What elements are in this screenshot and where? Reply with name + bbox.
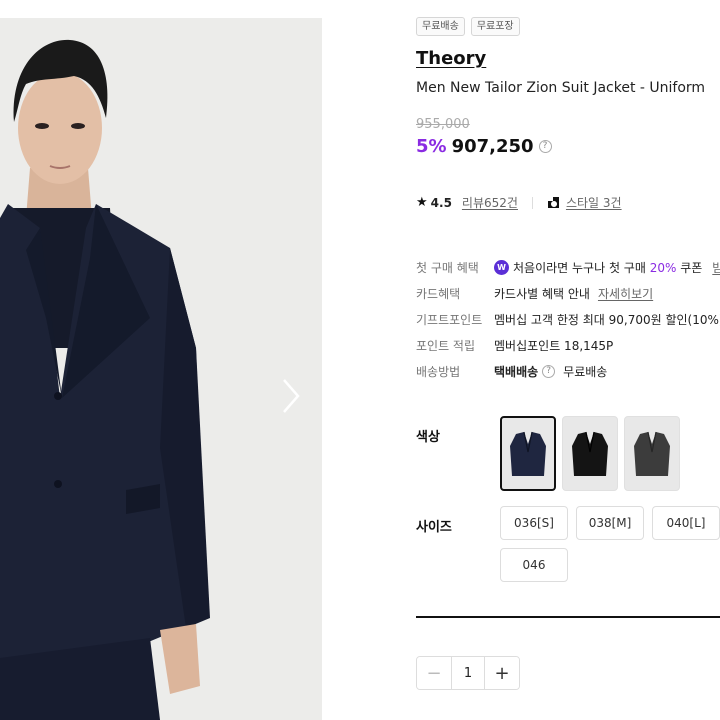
model-illustration bbox=[0, 18, 322, 720]
free-shipping-badge: 무료배송 bbox=[416, 17, 465, 36]
benefit-label: 배송방법 bbox=[416, 364, 461, 379]
benefit-label: 기프트포인트 bbox=[416, 312, 483, 327]
rating-value: 4.5 bbox=[430, 195, 452, 210]
price-row: 5% 907,250 ? bbox=[416, 136, 552, 157]
quantity-stepper: − 1 + bbox=[416, 656, 520, 690]
benefit-first-purchase: 첫 구매 혜택 W 처음이라면 누구나 첫 구매 20% 쿠폰 받 bbox=[416, 254, 720, 280]
benefit-list: 첫 구매 혜택 W 처음이라면 누구나 첫 구매 20% 쿠폰 받 카드혜택 카… bbox=[416, 254, 720, 384]
quantity-increase-button[interactable]: + bbox=[485, 657, 519, 689]
sale-price: 907,250 bbox=[451, 136, 534, 157]
benefit-text: 처음이라면 누구나 첫 구매 20% 쿠폰 bbox=[513, 260, 703, 275]
size-button[interactable]: 040[L] bbox=[652, 506, 720, 540]
benefit-text: 카드사별 혜택 안내 bbox=[494, 286, 590, 301]
shipping-method: 택배배송 bbox=[494, 364, 539, 379]
style-count-link[interactable]: 스타일 3건 bbox=[566, 194, 622, 211]
divider bbox=[531, 196, 533, 209]
price-help-icon[interactable]: ? bbox=[538, 140, 552, 153]
next-image-arrow-icon[interactable] bbox=[276, 374, 306, 418]
benefit-label: 첫 구매 혜택 bbox=[416, 260, 479, 275]
quantity-decrease-button[interactable]: − bbox=[417, 657, 451, 689]
quantity-value[interactable]: 1 bbox=[451, 657, 485, 689]
brand-link[interactable]: Theory bbox=[416, 48, 486, 69]
color-option-label: 색상 bbox=[416, 430, 440, 445]
color-swatch-charcoal[interactable] bbox=[624, 416, 680, 491]
shipping-help-icon[interactable]: ? bbox=[542, 364, 556, 378]
benefit-gift-point: 기프트포인트 멤버십 고객 한정 최대 90,700원 할인(10%) bbox=[416, 306, 720, 332]
benefit-point-earn: 포인트 적립 멤버십포인트 18,145P bbox=[416, 332, 720, 358]
coupon-download-link[interactable]: 받 bbox=[712, 259, 720, 276]
jacket-thumbnail-icon bbox=[634, 431, 670, 476]
jacket-thumbnail-icon bbox=[572, 431, 608, 476]
color-swatch-navy[interactable] bbox=[500, 416, 556, 491]
coupon-icon: W bbox=[494, 259, 509, 275]
review-count-link[interactable]: 리뷰652건 bbox=[462, 194, 518, 211]
size-button[interactable]: 046 bbox=[500, 548, 568, 582]
product-info: 무료배송 무료포장 Theory Men New Tailor Zion Sui… bbox=[416, 0, 720, 720]
benefit-label: 포인트 적립 bbox=[416, 338, 476, 353]
size-button-list: 036[S] 038[M] 040[L] 046 bbox=[500, 506, 720, 582]
badge-list: 무료배송 무료포장 bbox=[416, 17, 520, 36]
size-button[interactable]: 036[S] bbox=[500, 506, 568, 540]
review-row: ★ 4.5 리뷰652건 스타일 3건 bbox=[416, 194, 622, 211]
benefit-label: 카드혜택 bbox=[416, 286, 461, 301]
benefit-shipping: 배송방법 택배배송 ? 무료배송 bbox=[416, 358, 720, 384]
free-wrapping-badge: 무료포장 bbox=[470, 17, 520, 36]
section-divider bbox=[416, 616, 720, 618]
benefit-card: 카드혜택 카드사별 혜택 안내 자세히보기 bbox=[416, 280, 720, 306]
star-icon: ★ bbox=[416, 195, 428, 210]
benefit-text: 멤버십포인트 18,145P bbox=[494, 338, 614, 353]
product-photo bbox=[0, 18, 322, 720]
color-swatch-list bbox=[500, 416, 680, 491]
shipping-fee: 무료배송 bbox=[563, 364, 608, 379]
discount-rate: 5% bbox=[416, 136, 447, 157]
original-price: 955,000 bbox=[416, 117, 470, 132]
card-detail-link[interactable]: 자세히보기 bbox=[598, 285, 653, 302]
product-title: Men New Tailor Zion Suit Jacket - Unifor… bbox=[416, 80, 706, 96]
benefit-text: 멤버십 고객 한정 최대 90,700원 할인(10%) bbox=[494, 312, 720, 327]
jacket-thumbnail-icon bbox=[510, 431, 546, 476]
size-option-label: 사이즈 bbox=[416, 520, 452, 535]
size-button[interactable]: 038[M] bbox=[576, 506, 644, 540]
style-icon bbox=[547, 196, 560, 209]
color-swatch-black[interactable] bbox=[562, 416, 618, 491]
